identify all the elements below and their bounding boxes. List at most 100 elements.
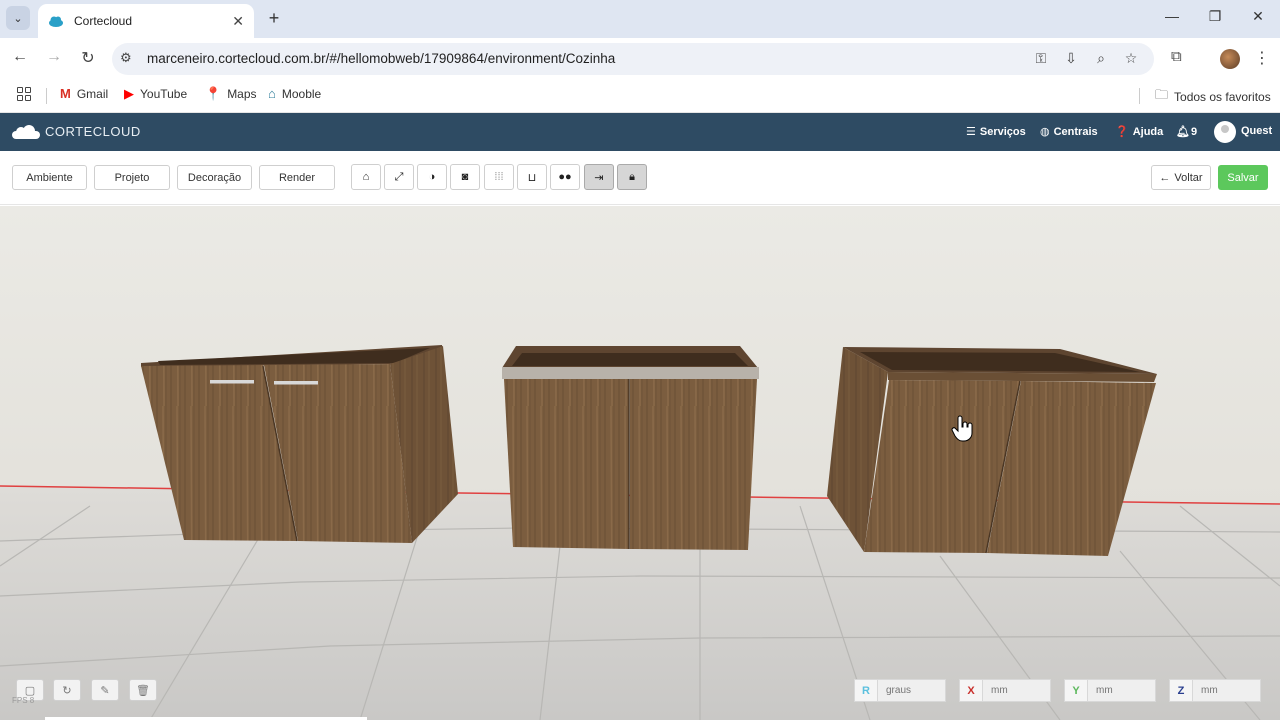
nav-servicos-label: Serviços [979, 125, 1026, 138]
back-button[interactable]: ← [9, 48, 31, 66]
coord-x-input[interactable] [983, 679, 1051, 702]
cabinet-middle-rail [502, 367, 759, 379]
all-bookmarks-label: Todos os favoritos [1174, 90, 1271, 104]
coord-y-input[interactable] [1088, 679, 1156, 702]
bookmark-gmail[interactable]: M Gmail [60, 86, 108, 101]
tab-decoracao[interactable]: Decoração [177, 165, 252, 190]
lock-button[interactable]: 🔒︎ [617, 164, 647, 190]
password-key-icon[interactable]: ⚿ [1032, 50, 1050, 67]
close-window-button[interactable]: ✕ [1248, 8, 1268, 25]
cortecloud-logo[interactable]: CORTECLOUD [12, 124, 141, 139]
grid-button[interactable]: ⁞⁞⁞ [484, 164, 514, 190]
grid-icon: ⁞⁞⁞ [494, 171, 504, 183]
forward-button[interactable]: → [43, 48, 65, 66]
browser-menu-icon[interactable]: ⋮ [1254, 48, 1270, 68]
pencil-icon: ✎ [100, 684, 110, 697]
app-header: CORTECLOUD ☰ Serviços ◍ Centrais ❓ Ajuda… [0, 113, 1280, 151]
site-info-icon[interactable]: ⚙ [120, 50, 132, 66]
coord-r-label: R [854, 679, 878, 702]
home-view-button[interactable]: ⌂ [351, 164, 381, 190]
salvar-button[interactable]: Salvar [1218, 165, 1268, 190]
screenshot-button[interactable]: ◙ [450, 164, 480, 190]
nav-notifications[interactable]: 🔔︎ 9 [1176, 125, 1198, 139]
bookmark-maps[interactable]: 📍 Maps [205, 86, 257, 102]
bookmark-label: YouTube [140, 87, 188, 101]
bookmark-label: Maps [227, 87, 257, 101]
apps-grid-icon[interactable] [17, 87, 31, 101]
tab-title: Cortecloud [74, 14, 133, 28]
coord-z: Z [1169, 679, 1261, 702]
nav-centrais[interactable]: ◍ Centrais [1040, 125, 1098, 139]
cabinet-middle-inner [512, 353, 748, 366]
3d-viewport[interactable] [0, 206, 1280, 720]
coord-z-input[interactable] [1193, 679, 1261, 702]
cabinet-middle-door-1[interactable] [504, 379, 629, 549]
user-avatar[interactable] [1214, 121, 1236, 143]
coord-x-label: X [959, 679, 983, 702]
tab-render[interactable]: Render [259, 165, 335, 190]
arrow-left-icon: ← [1159, 171, 1171, 184]
square-icon: ▢ [24, 684, 36, 697]
rotate-button[interactable]: ↻ [53, 679, 81, 701]
tab-ambiente[interactable]: Ambiente [12, 165, 87, 190]
fps-counter: FPS 8 [12, 696, 35, 705]
restore-button[interactable]: ❐ [1205, 8, 1225, 25]
new-tab-button[interactable]: + [264, 8, 284, 29]
nav-ajuda[interactable]: ❓ Ajuda [1115, 125, 1163, 139]
youtube-icon: ▶ [124, 86, 134, 101]
minimize-button[interactable]: — [1162, 8, 1182, 24]
login-icon: ⇥ [594, 171, 604, 184]
address-bar-row: ← → ↻ ⚙ marceneiro.cortecloud.com.br/#/h… [0, 38, 1280, 80]
cabinet-middle[interactable] [502, 346, 759, 550]
camera-icon: ◙ [461, 171, 469, 183]
contrast-button[interactable]: ◑ [417, 164, 447, 190]
cabinet-left-handle-1[interactable] [210, 380, 254, 384]
bookmark-label: Gmail [76, 86, 109, 101]
scene-canvas[interactable] [0, 206, 1280, 720]
nav-servicos[interactable]: ☰ Serviços [966, 125, 1026, 139]
bookmark-youtube[interactable]: ▶ YouTube [124, 86, 187, 102]
cabinet-left-handle-2[interactable] [274, 381, 318, 385]
maps-icon: 📍 [205, 86, 222, 101]
cabinet-right[interactable] [827, 347, 1157, 556]
url-text[interactable]: marceneiro.cortecloud.com.br/#/hellomobw… [147, 51, 615, 66]
bookmark-separator [1139, 88, 1140, 104]
fullscreen-button[interactable]: ⤢ [384, 164, 414, 190]
tab-close-icon[interactable]: ✕ [232, 13, 244, 30]
globe-icon: ◍ [1040, 126, 1050, 138]
delete-button[interactable]: 🗑︎ [129, 679, 157, 701]
tab-search-button[interactable]: ⌄ [6, 6, 30, 30]
bookmark-star-icon[interactable]: ☆ [1122, 50, 1140, 67]
gmail-icon: M [60, 86, 71, 101]
home-icon: ⌂ [362, 171, 370, 183]
install-app-icon[interactable]: ⇩ [1062, 50, 1080, 67]
notification-count: 9 [1190, 125, 1198, 138]
enter-button[interactable]: ⇥ [584, 164, 614, 190]
logo-text: CORTECLOUD [45, 124, 141, 139]
extensions-icon[interactable]: ⧉ [1171, 48, 1182, 65]
profile-avatar[interactable] [1220, 49, 1240, 69]
cloud-logo-icon [12, 124, 40, 139]
coord-z-label: Z [1169, 679, 1193, 702]
contrast-icon: ◑ [428, 171, 436, 183]
tab-projeto[interactable]: Projeto [94, 165, 170, 190]
reload-button[interactable]: ↻ [77, 48, 99, 68]
cabinet-left[interactable] [141, 345, 458, 543]
inbox-button[interactable]: ⊔ [517, 164, 547, 190]
list-icon: ☰ [966, 126, 976, 138]
cortecloud-favicon [49, 16, 63, 27]
nav-user[interactable]: Quest [1241, 125, 1272, 137]
browser-tab[interactable]: Cortecloud ✕ [38, 4, 254, 38]
all-bookmarks-folder[interactable]: 🗀 Todos os favoritos [1155, 86, 1271, 108]
address-bar[interactable]: ⚙ marceneiro.cortecloud.com.br/#/hellomo… [112, 43, 1154, 75]
coord-x: X [959, 679, 1051, 702]
trash-icon: 🗑︎ [136, 684, 150, 697]
glasses-button[interactable]: ●● [550, 164, 580, 190]
cabinet-middle-door-2[interactable] [630, 379, 757, 550]
zoom-icon[interactable]: ⌕ [1092, 50, 1110, 67]
coord-r-input[interactable] [878, 679, 946, 702]
bookmark-mooble[interactable]: ⌂ Mooble [268, 86, 321, 101]
folder-icon: 🗀 [1155, 87, 1169, 102]
edit-button[interactable]: ✎ [91, 679, 119, 701]
voltar-button[interactable]: ← Voltar [1151, 165, 1211, 190]
